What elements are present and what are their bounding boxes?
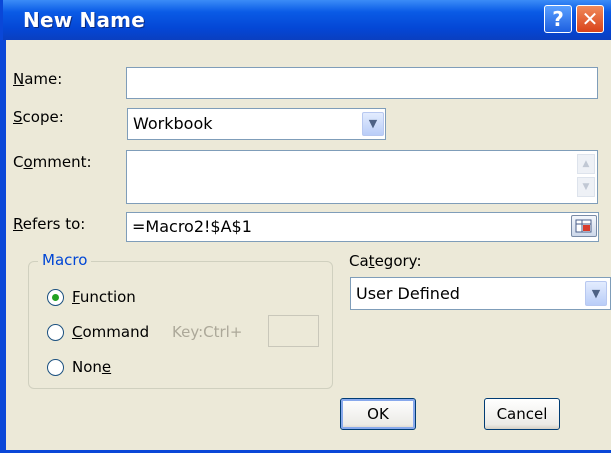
function-label[interactable]: Function <box>72 288 136 306</box>
help-button[interactable]: ? <box>544 5 572 33</box>
collapse-dialog-button[interactable] <box>571 215 597 237</box>
scroll-up-icon[interactable]: ▲ <box>577 154 595 174</box>
command-radio[interactable] <box>47 324 64 341</box>
scope-select[interactable]: Workbook ▼ <box>127 108 386 140</box>
none-radio[interactable] <box>47 359 64 376</box>
category-value: User Defined <box>356 284 460 303</box>
macro-legend: Macro <box>38 251 92 269</box>
scope-value: Workbook <box>133 114 213 133</box>
comment-label: Comment: <box>13 153 92 171</box>
name-label-rest: ame: <box>24 70 63 88</box>
name-input[interactable] <box>126 67 598 99</box>
shortcut-label: Key:Ctrl+ <box>172 323 243 341</box>
none-label[interactable]: None <box>72 358 111 376</box>
title-bar[interactable]: New Name ? ✕ <box>3 0 611 40</box>
new-name-dialog: New Name ? ✕ Name: Scope: Workbook ▼ Com… <box>0 0 611 453</box>
name-label: Name: <box>13 70 63 88</box>
comment-textarea[interactable] <box>126 150 598 204</box>
command-label[interactable]: Command <box>72 323 149 341</box>
function-radio[interactable] <box>47 289 64 306</box>
range-select-icon <box>575 219 592 233</box>
ok-button[interactable]: OK <box>340 398 416 430</box>
chevron-down-icon[interactable]: ▼ <box>362 112 384 136</box>
scroll-down-icon[interactable]: ▼ <box>577 177 595 197</box>
shortcut-key-input[interactable] <box>268 315 319 347</box>
chevron-down-icon[interactable]: ▼ <box>585 281 607 306</box>
dialog-body: Name: Scope: Workbook ▼ Comment: ▲ ▼ Ref… <box>6 40 611 450</box>
refers-to-input[interactable]: =Macro2!$A$1 <box>126 212 599 242</box>
dialog-title: New Name <box>23 8 145 32</box>
category-select[interactable]: User Defined ▼ <box>350 277 611 310</box>
close-button[interactable]: ✕ <box>576 5 604 33</box>
cancel-button[interactable]: Cancel <box>484 398 560 430</box>
refers-to-label: Refers to: <box>13 215 86 233</box>
category-label: Category: <box>349 252 422 270</box>
scope-label: Scope: <box>13 108 64 126</box>
